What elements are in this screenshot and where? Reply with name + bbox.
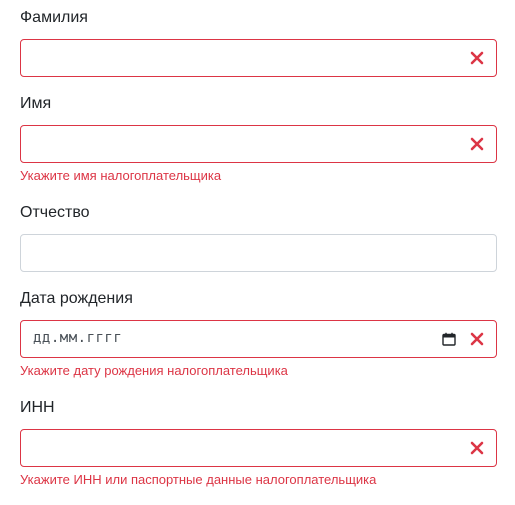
last-name-label: Фамилия <box>20 9 88 26</box>
last-name-input-wrap[interactable] <box>20 39 497 77</box>
field-middle-name: Отчество <box>20 203 497 272</box>
inn-error: Укажите ИНН или паспортные данные налого… <box>20 472 377 487</box>
first-name-input-wrap[interactable] <box>20 125 497 163</box>
first-name-label: Имя <box>20 95 52 112</box>
middle-name-input-wrap[interactable] <box>20 234 497 272</box>
birth-date-placeholder[interactable]: дд.мм.гггг <box>33 330 122 346</box>
last-name-input[interactable] <box>21 40 496 76</box>
birth-date-error: Укажите дату рождения налогоплательщика <box>20 363 288 378</box>
inn-input[interactable] <box>21 430 496 466</box>
clear-icon[interactable] <box>470 51 484 65</box>
field-first-name: Имя Укажите имя налогоплательщика <box>20 94 497 183</box>
inn-label: ИНН <box>20 399 55 416</box>
middle-name-input[interactable] <box>21 235 496 271</box>
clear-icon[interactable] <box>470 137 484 151</box>
field-birth-date: Дата рождения дд.мм.гггг Укажите дату ро… <box>20 289 497 378</box>
birth-date-label: Дата рождения <box>20 290 133 307</box>
first-name-input[interactable] <box>21 126 496 162</box>
middle-name-label: Отчество <box>20 204 90 221</box>
field-last-name: Фамилия <box>20 8 497 77</box>
field-inn: ИНН Укажите ИНН или паспортные данные на… <box>20 398 497 487</box>
calendar-icon[interactable] <box>442 332 456 346</box>
inn-input-wrap[interactable] <box>20 429 497 467</box>
first-name-error: Укажите имя налогоплательщика <box>20 168 222 183</box>
clear-icon[interactable] <box>470 332 484 346</box>
birth-date-input-wrap[interactable]: дд.мм.гггг <box>20 320 497 358</box>
clear-icon[interactable] <box>470 441 484 455</box>
